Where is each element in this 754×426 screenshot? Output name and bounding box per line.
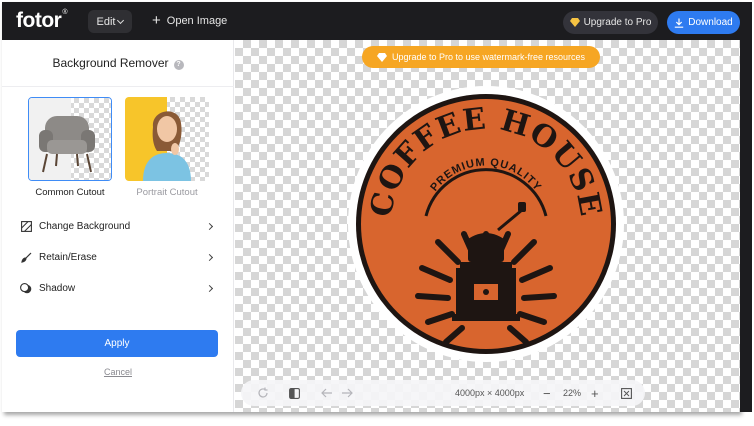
zoom-level[interactable]: 22% [563, 380, 581, 406]
help-icon[interactable]: ? [173, 60, 184, 70]
armchair-image [39, 116, 95, 173]
app-window: fotor® Edit + Open Image Upgrade to Pro … [2, 2, 740, 412]
retain-erase-row[interactable]: Retain/Erase [20, 248, 214, 266]
chevron-right-icon [205, 284, 214, 292]
upgrade-label: Upgrade to Pro [583, 17, 652, 28]
upgrade-pro-button[interactable]: Upgrade to Pro [563, 11, 658, 34]
chevron-right-icon [205, 222, 214, 230]
open-image-label: Open Image [166, 14, 228, 27]
diamond-icon [376, 52, 387, 62]
chevron-down-icon [117, 16, 125, 24]
window-edge [740, 2, 752, 412]
portrait-cutout-thumbnail[interactable] [125, 97, 209, 181]
divider [2, 86, 234, 87]
top-bar: fotor® Edit + Open Image Upgrade to Pro … [2, 2, 740, 40]
background-icon [20, 220, 32, 232]
zoom-in-button[interactable]: + [591, 380, 599, 406]
background-remover-panel: Background Remover? Common Cutout Portra… [2, 40, 234, 412]
brush-icon [20, 251, 32, 263]
download-button[interactable]: Download [667, 11, 740, 34]
upgrade-banner-text: Upgrade to Pro to use watermark-free res… [391, 52, 586, 62]
upgrade-banner[interactable]: Upgrade to Pro to use watermark-free res… [362, 46, 600, 68]
coffee-house-logo[interactable]: COFFEE HOUSE PREMIUM QUALITY [346, 84, 626, 364]
common-cutout-thumbnail[interactable] [28, 97, 112, 181]
open-image-button[interactable]: + Open Image [152, 13, 227, 28]
fotor-logo[interactable]: fotor® [16, 9, 67, 33]
portrait-image [143, 111, 191, 181]
fit-screen-icon[interactable] [621, 380, 632, 406]
common-cutout-label: Common Cutout [35, 187, 105, 198]
logo-text: fotor [16, 9, 62, 32]
retain-erase-label: Retain/Erase [39, 251, 97, 263]
chevron-right-icon [205, 253, 214, 261]
zoom-out-button[interactable]: − [543, 380, 551, 406]
download-label: Download [688, 17, 733, 28]
change-background-row[interactable]: Change Background [20, 217, 214, 235]
redo-icon[interactable] [341, 380, 353, 406]
canvas-toolbar: 4000px × 4000px − 22% + [241, 380, 645, 406]
shadow-label: Shadow [39, 282, 76, 294]
logo-registered-mark: ® [62, 9, 67, 16]
undo-icon[interactable] [321, 380, 333, 406]
compare-icon[interactable] [289, 380, 300, 406]
apply-button[interactable]: Apply [16, 330, 218, 357]
shadow-icon [20, 282, 32, 294]
edit-menu-button[interactable]: Edit [88, 10, 132, 33]
edit-label: Edit [96, 15, 116, 28]
change-background-label: Change Background [39, 220, 131, 232]
download-icon [675, 18, 684, 28]
cancel-link[interactable]: Cancel [2, 367, 234, 377]
panel-title: Background Remover? [2, 56, 234, 70]
image-canvas[interactable]: Upgrade to Pro to use watermark-free res… [235, 40, 740, 412]
plus-icon: + [152, 12, 161, 29]
portrait-cutout-label: Portrait Cutout [136, 187, 198, 198]
shadow-row[interactable]: Shadow [20, 279, 214, 297]
diamond-icon [569, 18, 580, 27]
reset-icon[interactable] [257, 380, 269, 406]
panel-title-text: Background Remover [52, 56, 169, 70]
image-dimensions: 4000px × 4000px [455, 388, 525, 398]
